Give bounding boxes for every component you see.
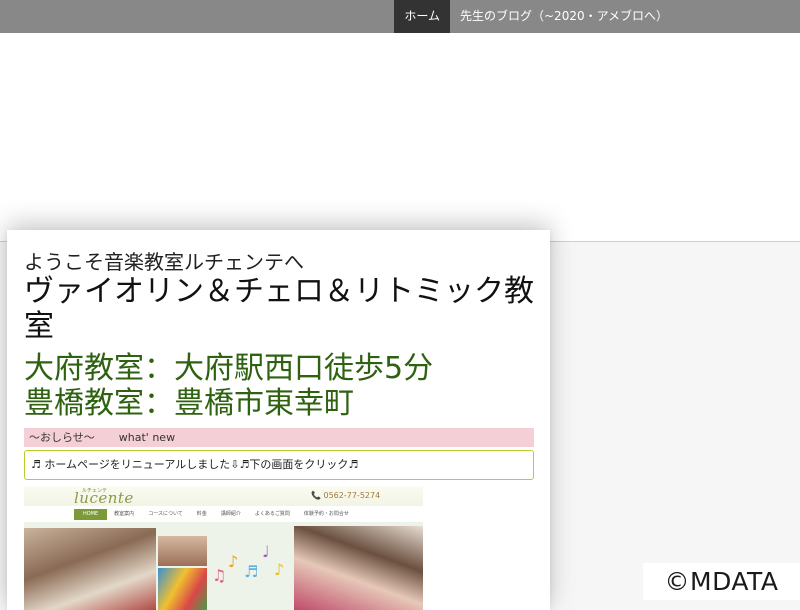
preview-photo-cello bbox=[158, 536, 207, 566]
location-toyohashi: 豊橋教室：豊橋市東幸町 bbox=[24, 386, 354, 421]
preview-menu: HOME 教室案内 コースについて 料金 講師紹介 よくあるご質問 体験予約・お… bbox=[74, 509, 356, 520]
preview-menu-item: 体験予約・お問合せ bbox=[303, 511, 349, 517]
news-label-en: what' new bbox=[118, 431, 176, 444]
preview-photo-instruments bbox=[158, 568, 207, 610]
preview-menu-item: コースについて bbox=[148, 511, 183, 517]
news-label: ～おしらせ～ bbox=[29, 431, 95, 444]
welcome-card: ようこそ音楽教室ルチェンテへ ヴァイオリン＆チェロ＆リトミック教室 大府教室：大… bbox=[7, 230, 550, 610]
location-obu: 大府教室：大府駅西口徒歩5分 bbox=[24, 351, 434, 386]
news-header: ～おしらせ～ what' new bbox=[24, 428, 534, 447]
preview-phone: 📞 0562-77-5274 bbox=[311, 491, 381, 500]
preview-menu-item: HOME bbox=[74, 509, 108, 520]
top-navigation: ホーム 先生のブログ（~2020・アメブロへ） bbox=[0, 0, 800, 33]
nav-items: ホーム 先生のブログ（~2020・アメブロへ） bbox=[394, 0, 678, 33]
preview-photo-rhythmic bbox=[294, 526, 423, 610]
watermark: ©MDATA bbox=[643, 563, 800, 600]
new-site-preview-image[interactable]: ルチェンテ lucente 📞 0562-77-5274 HOME 教室案内 コ… bbox=[24, 486, 423, 610]
music-note-icon: ♫ bbox=[212, 566, 227, 585]
preview-menu-item: よくあるご質問 bbox=[254, 511, 290, 517]
music-note-icon: ♪ bbox=[228, 552, 239, 571]
preview-menu-item: 教室案内 bbox=[114, 511, 135, 517]
preview-logo: lucente bbox=[74, 489, 134, 507]
preview-menu-item: 講師紹介 bbox=[220, 511, 241, 517]
hero-area bbox=[0, 33, 800, 241]
preview-menu-item: 料金 bbox=[196, 511, 207, 517]
nav-item-teacher-blog[interactable]: 先生のブログ（~2020・アメブロへ） bbox=[450, 0, 678, 33]
nav-item-home[interactable]: ホーム bbox=[394, 0, 450, 33]
music-notes-decoration: ♫ ♪ ♬ ♩ ♪ bbox=[212, 538, 292, 598]
preview-photo-lesson bbox=[24, 528, 156, 610]
welcome-text: ようこそ音楽教室ルチェンテへ bbox=[24, 250, 304, 274]
renewal-notice: ♬ ホームページをリニューアルしました⇩♬下の画面をクリック♬ bbox=[24, 450, 534, 480]
page-title: ヴァイオリン＆チェロ＆リトミック教室 bbox=[24, 274, 534, 344]
music-note-icon: ♩ bbox=[262, 542, 270, 561]
music-note-icon: ♬ bbox=[244, 562, 259, 581]
music-note-icon: ♪ bbox=[274, 560, 285, 579]
